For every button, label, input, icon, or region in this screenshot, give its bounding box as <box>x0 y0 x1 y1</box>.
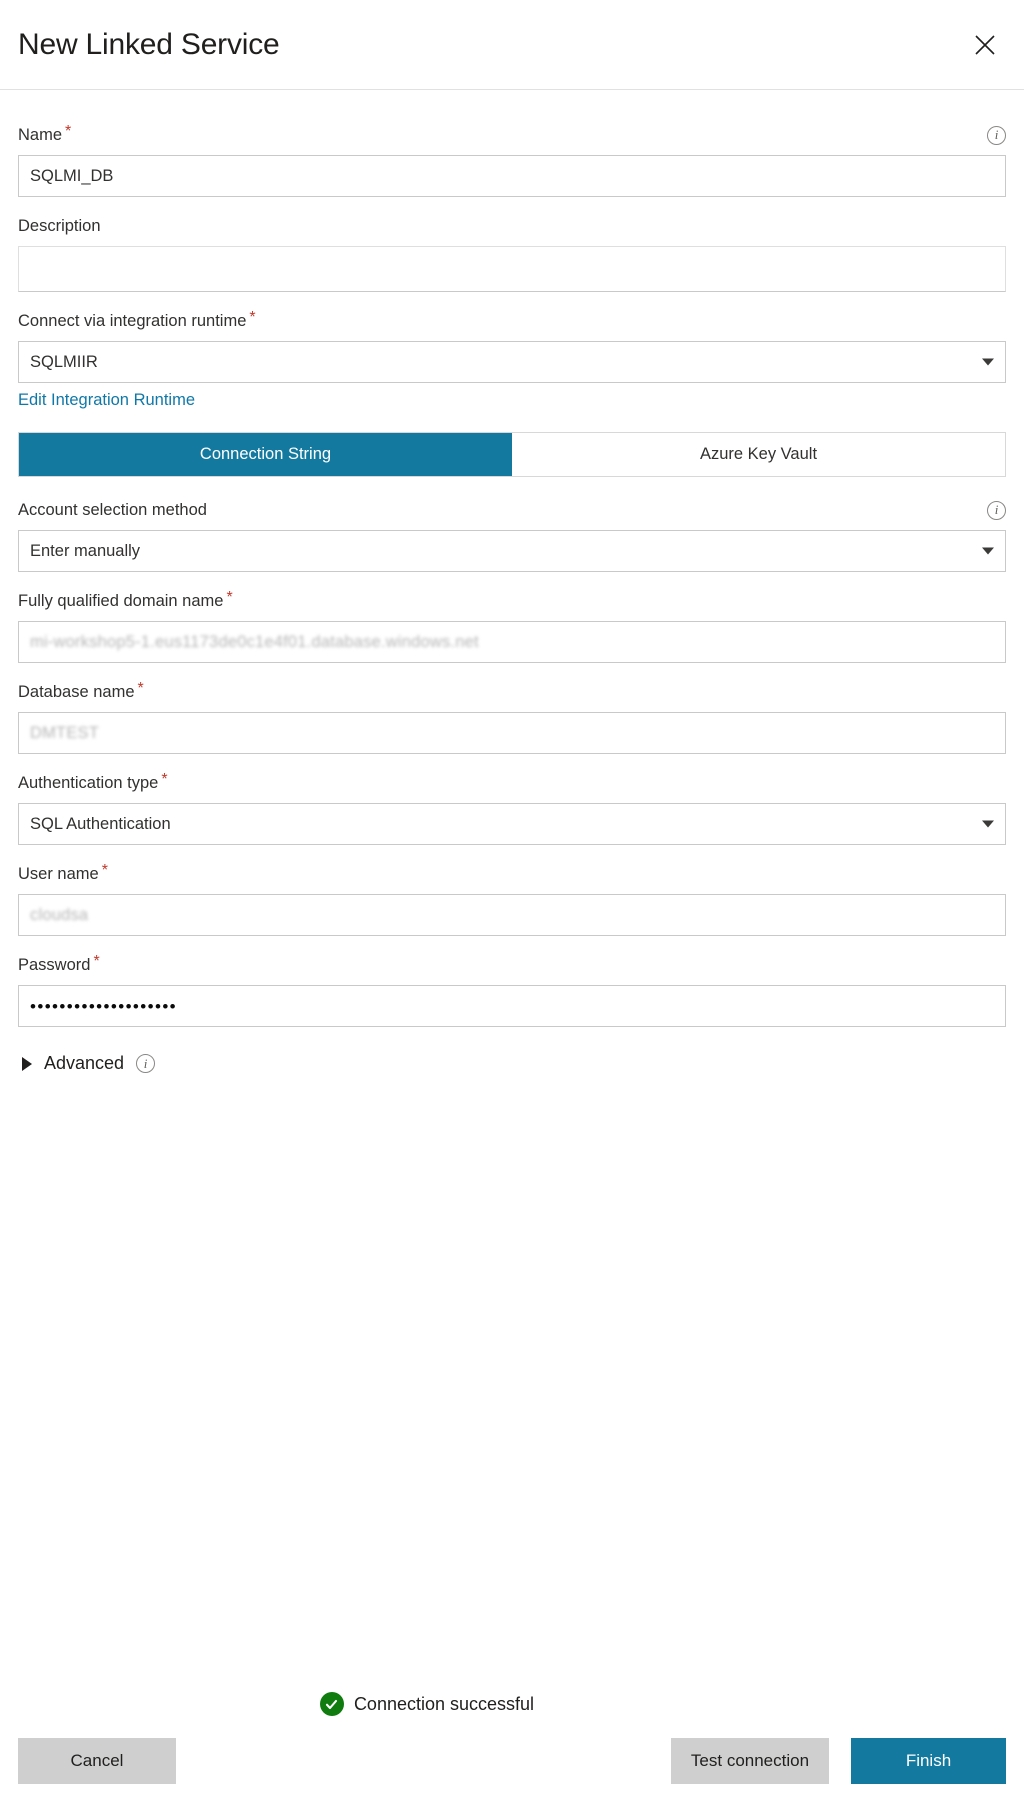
footer-right-buttons: Test connection Finish <box>671 1738 1006 1784</box>
field-password: Password * •••••••••••••••••••• <box>18 954 1006 1027</box>
footer-buttons: Cancel Test connection Finish <box>18 1738 1006 1784</box>
integration-runtime-select[interactable]: SQLMIIR <box>18 341 1006 383</box>
cancel-button[interactable]: Cancel <box>18 1738 176 1784</box>
name-label: Name * <box>18 123 72 145</box>
integration-runtime-label: Connect via integration runtime * <box>18 309 256 331</box>
description-wrap <box>18 246 1006 292</box>
fqdn-label-text: Fully qualified domain name <box>18 592 224 610</box>
page-title: New Linked Service <box>18 27 280 61</box>
account-selection-select[interactable]: Enter manually <box>18 530 1006 572</box>
finish-button[interactable]: Finish <box>851 1738 1006 1784</box>
close-button[interactable] <box>964 24 1006 66</box>
required-asterisk: * <box>101 862 108 879</box>
field-name: Name * i <box>18 124 1006 197</box>
required-asterisk: * <box>93 953 100 970</box>
user-name-label-text: User name <box>18 865 99 883</box>
fqdn-label: Fully qualified domain name * <box>18 589 233 611</box>
description-label: Description <box>18 217 101 235</box>
authentication-type-label-text: Authentication type <box>18 774 159 792</box>
field-account-selection-method: Account selection method i Enter manuall… <box>18 499 1006 572</box>
check-circle-icon <box>319 1692 344 1716</box>
tab-azure-key-vault[interactable]: Azure Key Vault <box>512 433 1005 476</box>
name-input[interactable] <box>18 155 1006 197</box>
user-name-label: User name * <box>18 862 108 884</box>
required-asterisk: * <box>226 589 233 606</box>
description-textarea[interactable] <box>18 246 1006 292</box>
authentication-type-label: Authentication type * <box>18 771 168 793</box>
edit-integration-runtime-link[interactable]: Edit Integration Runtime <box>18 391 195 410</box>
field-label-row: Password * <box>18 954 1006 976</box>
required-asterisk: * <box>161 771 168 788</box>
tab-connection-string[interactable]: Connection String <box>19 433 512 476</box>
password-value: •••••••••••••••••••• <box>30 996 178 1016</box>
connection-source-tabs: Connection String Azure Key Vault <box>18 432 1006 477</box>
required-asterisk: * <box>65 123 72 140</box>
field-description: Description <box>18 215 1006 292</box>
test-connection-button[interactable]: Test connection <box>671 1738 829 1784</box>
integration-runtime-select-wrap: SQLMIIR <box>18 341 1006 383</box>
database-name-input[interactable]: DMTEST <box>18 712 1006 754</box>
info-icon[interactable]: i <box>987 125 1006 145</box>
field-user-name: User name * cloudsa <box>18 863 1006 936</box>
field-label-row: Account selection method i <box>18 499 1006 521</box>
password-input[interactable]: •••••••••••••••••••• <box>18 985 1006 1027</box>
field-label-row: Fully qualified domain name * <box>18 590 1006 612</box>
info-icon[interactable]: i <box>987 500 1006 520</box>
close-icon <box>974 34 996 56</box>
account-selection-select-wrap: Enter manually <box>18 530 1006 572</box>
fqdn-input[interactable]: mi-workshop5-1.eus1173de0c1e4f01.databas… <box>18 621 1006 663</box>
field-label-row: Authentication type * <box>18 772 1006 794</box>
database-name-value: DMTEST <box>30 723 100 742</box>
field-integration-runtime: Connect via integration runtime * SQLMIIR <box>18 310 1006 383</box>
password-label-text: Password <box>18 956 91 974</box>
advanced-label: Advanced <box>44 1053 125 1073</box>
info-icon[interactable]: i <box>136 1054 156 1073</box>
field-authentication-type: Authentication type * SQL Authentication <box>18 772 1006 845</box>
authentication-type-select[interactable]: SQL Authentication <box>18 803 1006 845</box>
database-name-label: Database name * <box>18 680 144 702</box>
field-label-row: Description <box>18 215 1006 237</box>
field-database-name: Database name * DMTEST <box>18 681 1006 754</box>
form-body: Name* i Description Connect via integrat… <box>0 90 1024 1074</box>
panel-footer: Connection successful Cancel Test connec… <box>0 1692 1024 1814</box>
required-asterisk: * <box>249 309 256 326</box>
panel-header: New Linked Service <box>0 0 1024 90</box>
account-selection-label: Account selection method <box>18 501 207 519</box>
advanced-section-toggle[interactable]: Advanced i <box>18 1053 1006 1074</box>
password-label: Password * <box>18 953 100 975</box>
integration-runtime-label-text: Connect via integration runtime <box>18 312 247 330</box>
name-label-text: Name <box>18 126 63 144</box>
fqdn-value: mi-workshop5-1.eus1173de0c1e4f01.databas… <box>30 632 479 651</box>
user-name-input[interactable]: cloudsa <box>18 894 1006 936</box>
authentication-type-select-wrap: SQL Authentication <box>18 803 1006 845</box>
status-text: Connection successful <box>353 1693 535 1714</box>
required-asterisk: * <box>137 680 144 697</box>
field-label-row: Connect via integration runtime * <box>18 310 1006 332</box>
field-label-row: Database name * <box>18 681 1006 703</box>
field-label-row: User name * <box>18 863 1006 885</box>
field-fqdn: Fully qualified domain name * mi-workshop… <box>18 590 1006 663</box>
field-label-row: Name * i <box>18 124 1006 146</box>
user-name-value: cloudsa <box>30 905 89 924</box>
database-name-label-text: Database name <box>18 683 135 701</box>
triangle-right-icon <box>22 1056 32 1071</box>
connection-status: Connection successful <box>18 1692 1006 1716</box>
